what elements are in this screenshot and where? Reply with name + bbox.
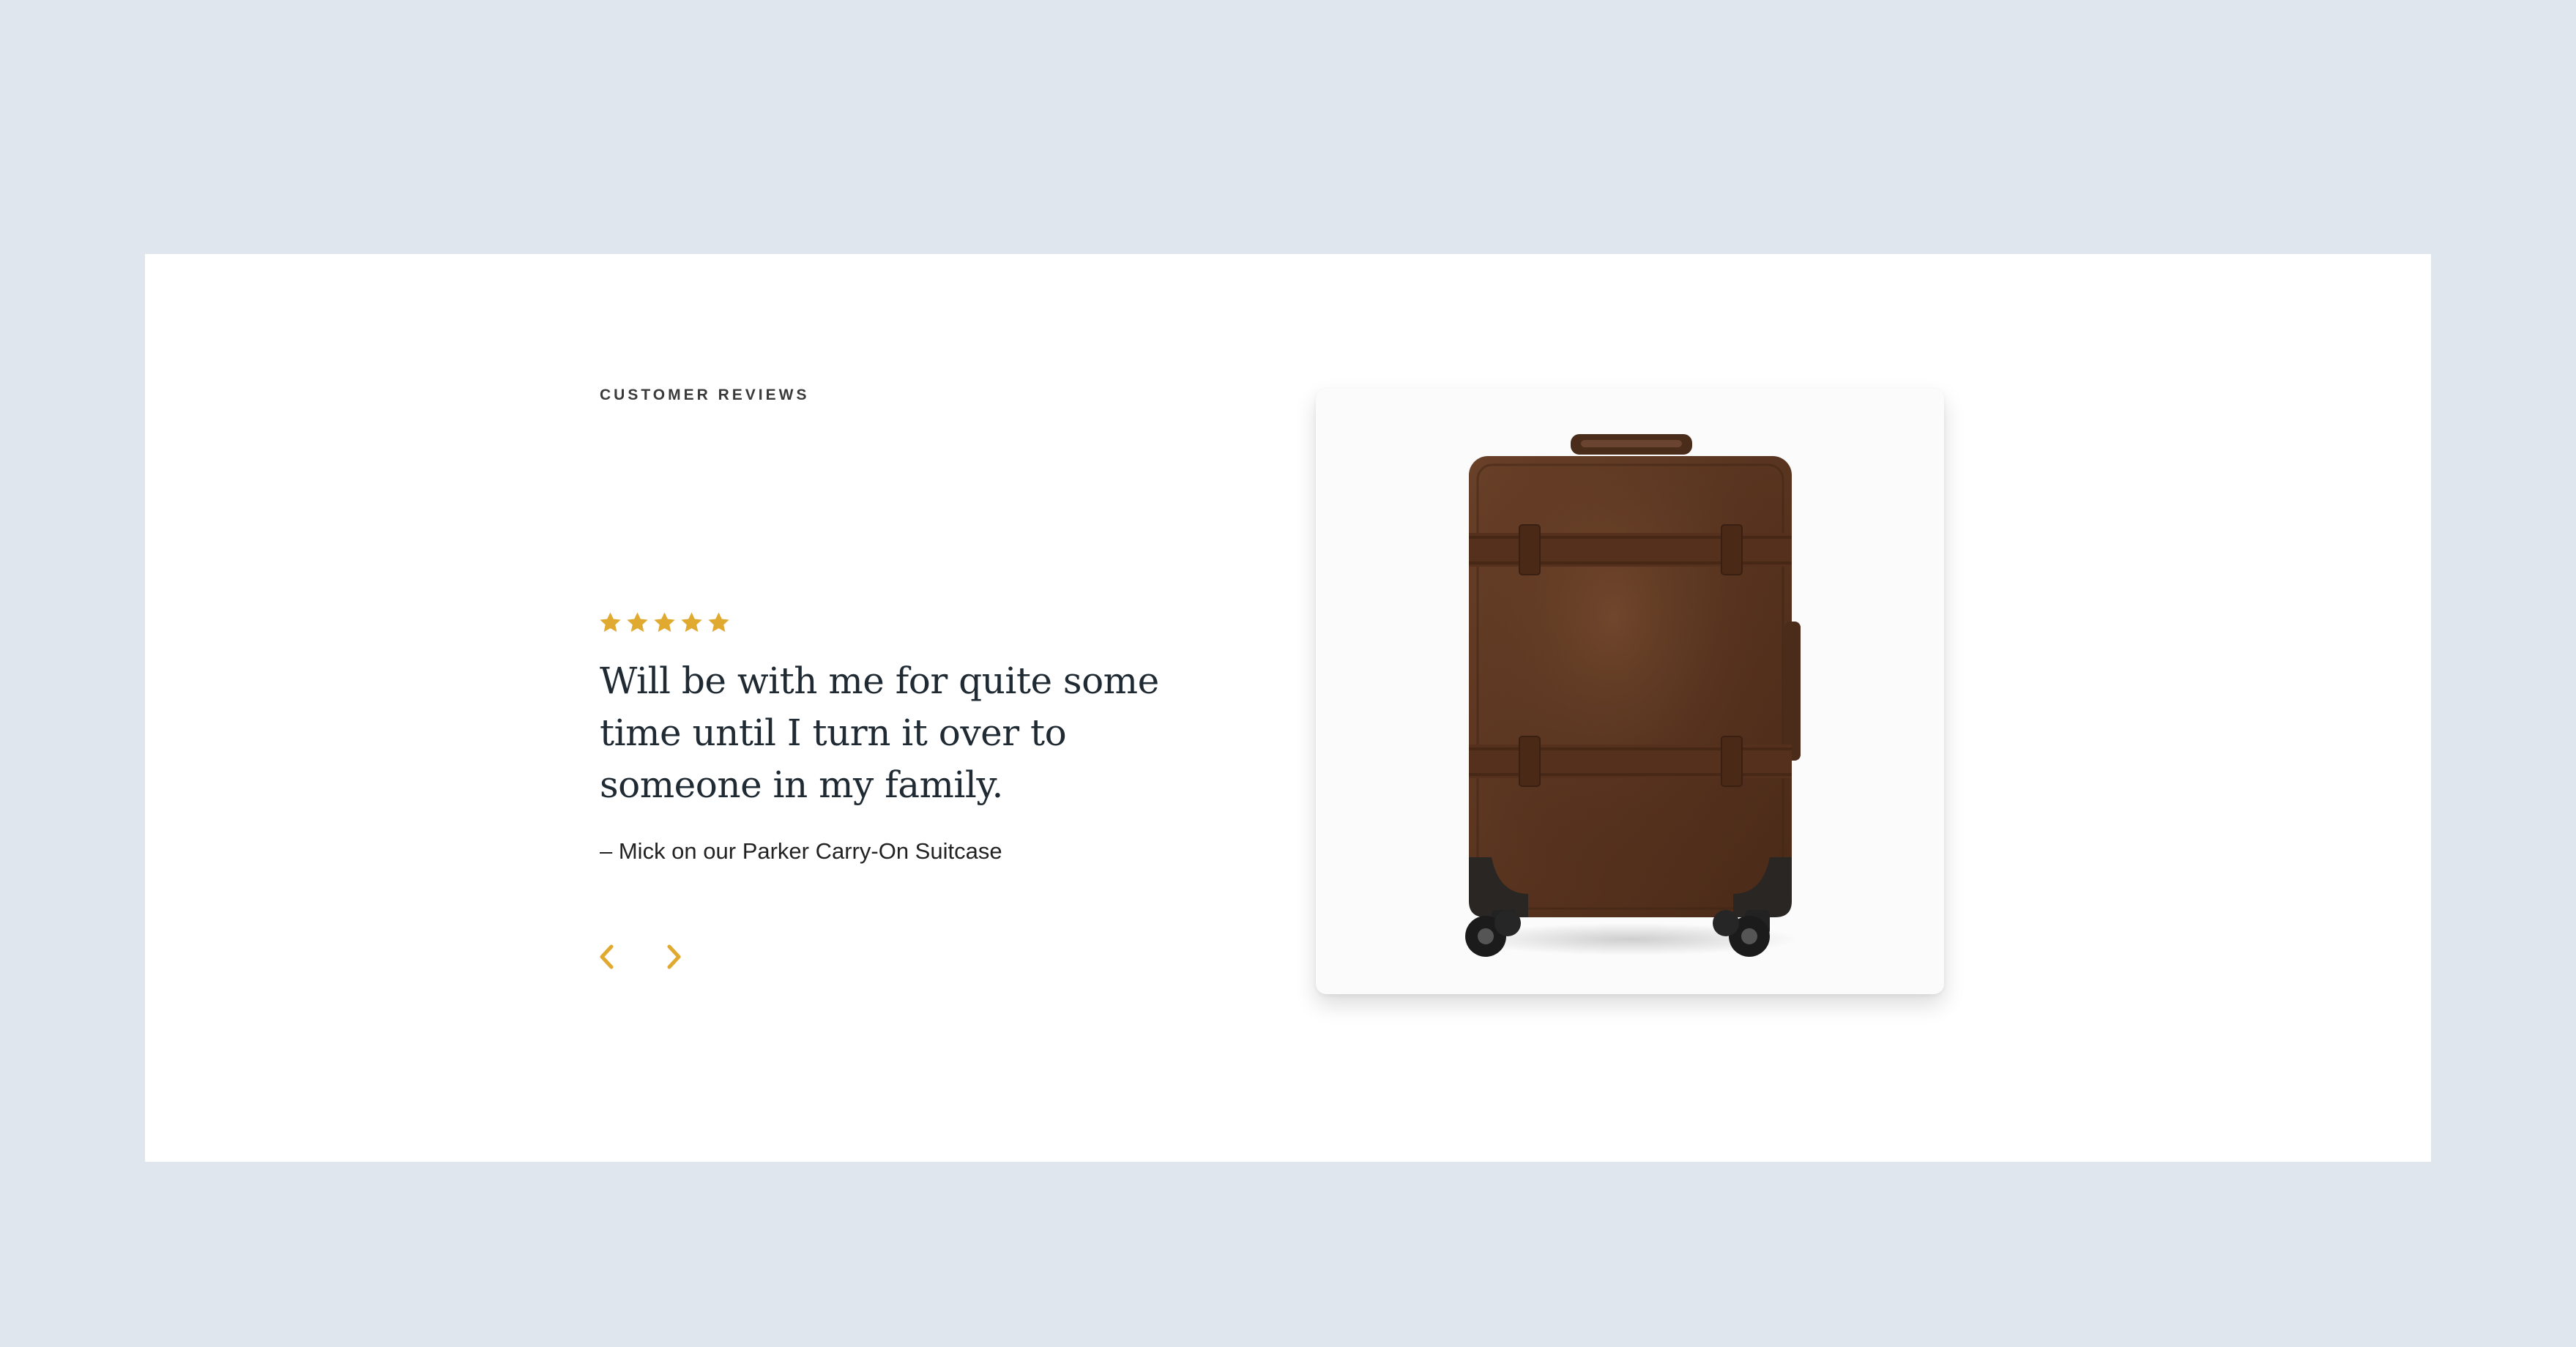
chevron-left-icon (600, 944, 614, 969)
star-icon (654, 612, 675, 633)
suitcase-image (1462, 434, 1801, 957)
star-icon (627, 612, 648, 633)
chevron-right-icon (667, 944, 681, 969)
review-attribution: – Mick on our Parker Carry-On Suitcase (600, 838, 1002, 864)
star-icon (681, 612, 702, 633)
star-icon (708, 612, 729, 633)
review-quote: Will be with me for quite some time unti… (600, 660, 1159, 806)
prev-review-button[interactable] (592, 941, 622, 973)
star-icon (600, 612, 621, 633)
product-image-card (1316, 389, 1944, 994)
rating-stars (598, 611, 731, 635)
section-eyebrow: CUSTOMER REVIEWS (600, 387, 810, 403)
page-background: CUSTOMER REVIEWS Will be with me for qui… (0, 0, 2576, 1347)
next-review-button[interactable] (659, 941, 688, 973)
reviews-section: CUSTOMER REVIEWS Will be with me for qui… (145, 254, 2431, 1162)
